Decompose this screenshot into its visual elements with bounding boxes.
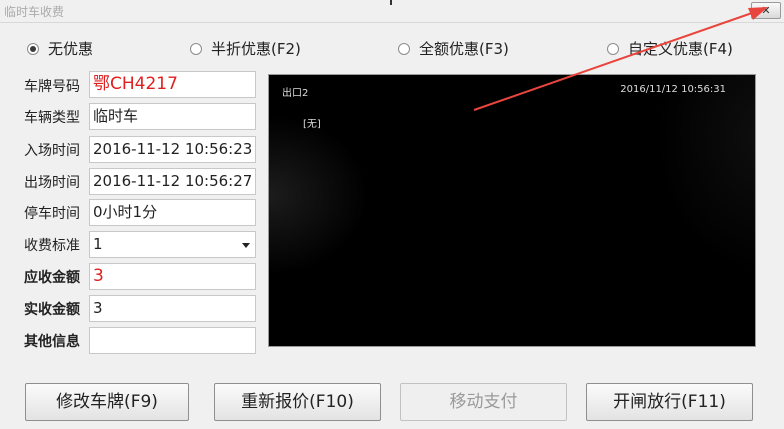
radio-icon <box>398 42 410 55</box>
camera-name: 出口2 <box>282 88 309 99</box>
amount-received-field[interactable]: 3 <box>89 295 256 322</box>
discount-options: 无优惠 半折优惠(F2) 全额优惠(F3) 自定义优惠(F4) <box>0 38 784 58</box>
vehicle-type-field[interactable]: 临时车 <box>89 103 256 130</box>
radio-label: 半折优惠(F2) <box>211 40 301 58</box>
title-bar-mark <box>390 0 392 5</box>
radio-label: 全额优惠(F3) <box>419 40 509 58</box>
other-info-label: 其他信息 <box>24 334 80 350</box>
radio-no-discount[interactable]: 无优惠 <box>27 38 93 59</box>
video-glare <box>655 75 755 275</box>
plate-field[interactable]: 鄂CH4217 <box>89 71 256 98</box>
entry-time-field[interactable]: 2016-11-12 10:56:23 <box>89 136 256 163</box>
requote-button[interactable]: 重新报价(F10) <box>214 383 381 421</box>
entry-time-label: 入场时间 <box>24 143 80 159</box>
radio-custom-discount[interactable]: 自定义优惠(F4) <box>607 38 733 59</box>
vehicle-type-label: 车辆类型 <box>24 110 80 126</box>
camera-view: 出口2 2016/11/12 10:56:31 [无] <box>268 74 756 347</box>
amount-due-label: 应收金额 <box>24 270 80 286</box>
close-icon: ✕ <box>761 4 771 17</box>
radio-icon <box>190 42 202 55</box>
dropdown-arrow-icon[interactable] <box>242 243 250 248</box>
other-info-field[interactable] <box>89 327 256 354</box>
radio-label: 自定义优惠(F4) <box>628 40 733 58</box>
plate-label: 车牌号码 <box>24 79 80 95</box>
edit-plate-button[interactable]: 修改车牌(F9) <box>25 383 189 421</box>
radio-icon <box>607 42 619 55</box>
open-gate-button[interactable]: 开闸放行(F11) <box>586 383 753 421</box>
mobile-pay-button[interactable]: 移动支付 <box>400 383 567 421</box>
radio-half-discount[interactable]: 半折优惠(F2) <box>190 38 301 59</box>
radio-label: 无优惠 <box>48 40 94 58</box>
exit-time-label: 出场时间 <box>24 175 80 191</box>
amount-due-field[interactable]: 3 <box>89 263 256 290</box>
camera-overlay-text: [无] <box>303 119 321 130</box>
radio-checked-icon <box>27 42 39 55</box>
title-bar: 临时车收费 ✕ <box>0 0 784 23</box>
radio-full-discount[interactable]: 全额优惠(F3) <box>398 38 509 59</box>
parking-duration-label: 停车时间 <box>24 206 80 222</box>
parking-duration-field[interactable]: 0小时1分 <box>89 199 256 226</box>
exit-time-field[interactable]: 2016-11-12 10:56:27 <box>89 168 256 195</box>
close-button[interactable]: ✕ <box>751 2 781 19</box>
fee-standard-select[interactable]: 1 <box>89 231 256 258</box>
amount-received-label: 实收金额 <box>24 302 80 318</box>
fee-standard-label: 收费标准 <box>24 238 80 254</box>
fee-standard-value: 1 <box>93 235 103 253</box>
window-title: 临时车收费 <box>4 5 65 19</box>
video-glare <box>269 115 369 275</box>
camera-timestamp: 2016/11/12 10:56:31 <box>620 84 726 95</box>
